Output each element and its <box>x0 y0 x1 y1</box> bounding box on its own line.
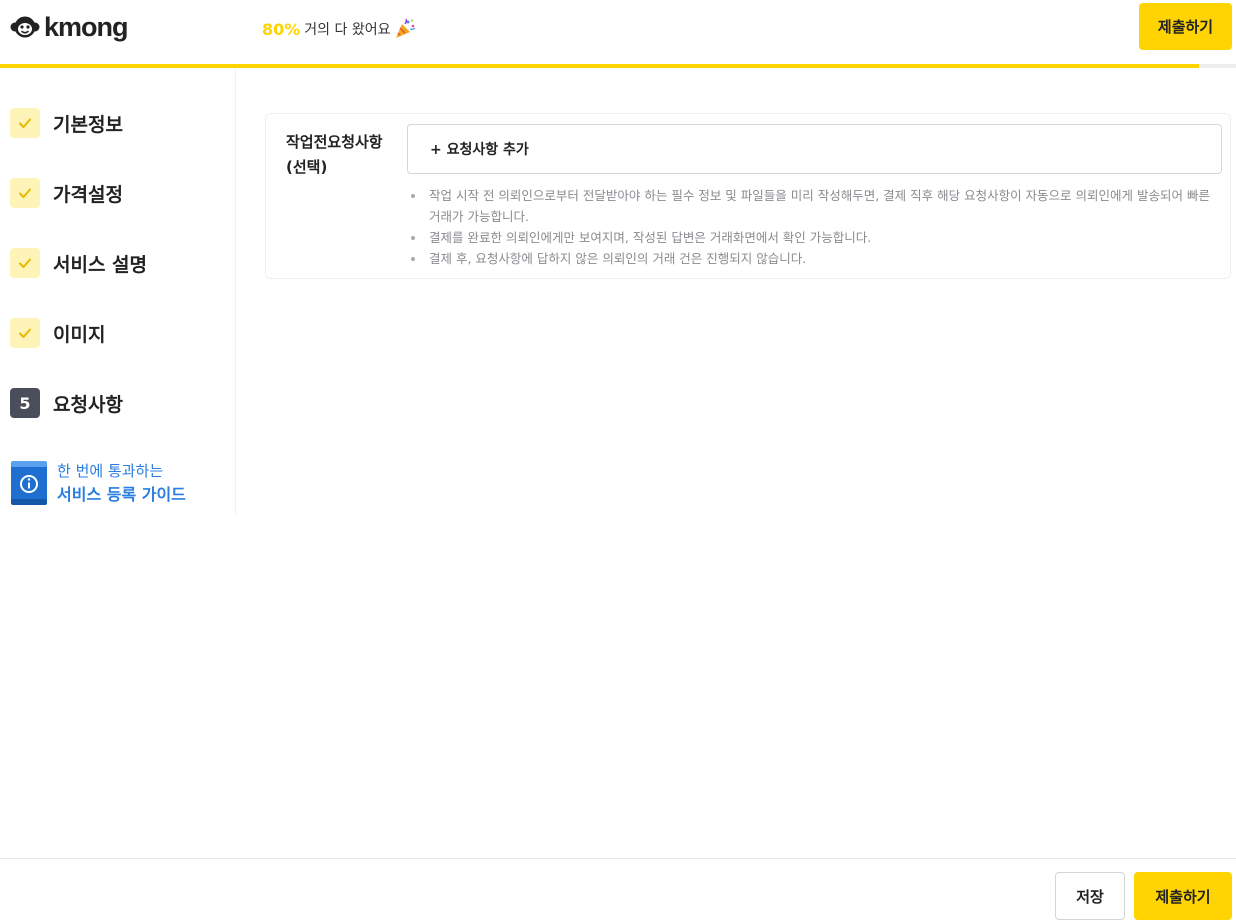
sidebar-step-images[interactable]: 이미지 <box>10 318 105 348</box>
kmong-logo[interactable]: kmong <box>10 11 129 42</box>
sidebar-step-label: 서비스 설명 <box>53 253 148 276</box>
field-label-title: 작업전요청사항 <box>286 133 383 151</box>
sidebar-step-label: 이미지 <box>53 323 106 346</box>
submit-button-top[interactable]: 제출하기 <box>1139 3 1232 50</box>
guide-subtitle: 한 번에 통과하는 <box>57 462 164 480</box>
sidebar-step-label: 요청사항 <box>53 393 123 416</box>
submit-button-bottom[interactable]: 제출하기 <box>1134 872 1232 920</box>
note-item: 결제 후, 요청사항에 답하지 않은 의뢰인의 거래 건은 진행되지 않습니다. <box>407 248 1222 269</box>
guide-title: 서비스 등록 가이드 <box>57 485 186 504</box>
add-requirement-button[interactable]: + 요청사항 추가 <box>407 124 1222 174</box>
note-item: 결제를 완료한 의뢰인에게만 보여지며, 작성된 답변은 거래화면에서 확인 가… <box>407 227 1222 248</box>
progress-percent: 80% <box>262 19 301 39</box>
check-icon <box>10 248 40 278</box>
step-number-badge: 5 <box>10 388 40 418</box>
progress-text: 거의 다 왔어요 <box>304 22 391 38</box>
guide-book-icon <box>11 461 47 505</box>
note-item: 작업 시작 전 의뢰인으로부터 전달받아야 하는 필수 정보 및 파일들을 미리… <box>407 185 1222 227</box>
header: kmong 80% 거의 다 왔어요 제출하기 <box>0 0 1236 68</box>
check-icon <box>10 178 40 208</box>
requirements-field-label: 작업전요청사항 (선택) <box>286 130 401 180</box>
party-popper-icon <box>396 18 416 38</box>
sidebar-step-service-description[interactable]: 서비스 설명 <box>10 248 147 278</box>
sidebar-step-pricing[interactable]: 가격설정 <box>10 178 123 208</box>
field-label-optional: (선택) <box>286 158 328 176</box>
sidebar-step-label: 기본정보 <box>53 113 123 136</box>
sidebar-step-label: 가격설정 <box>53 183 123 206</box>
progress-message: 80% 거의 다 왔어요 <box>262 18 416 40</box>
sidebar-steps: 기본정보 가격설정 서비스 설명 이미지 5 요청사항 한 번에 통과하는 서비… <box>0 68 236 514</box>
footer-actions: 저장 제출하기 <box>0 858 1236 924</box>
monkey-logo-icon <box>10 16 40 38</box>
requirements-card: 작업전요청사항 (선택) + 요청사항 추가 작업 시작 전 의뢰인으로부터 전… <box>265 113 1231 279</box>
logo-text: kmong <box>44 11 129 42</box>
check-icon <box>10 318 40 348</box>
check-icon <box>10 108 40 138</box>
save-button[interactable]: 저장 <box>1055 872 1125 920</box>
sidebar-step-basic-info[interactable]: 기본정보 <box>10 108 123 138</box>
sidebar-step-requirements[interactable]: 5 요청사항 <box>10 388 123 418</box>
requirements-notes: 작업 시작 전 의뢰인으로부터 전달받아야 하는 필수 정보 및 파일들을 미리… <box>407 185 1222 269</box>
registration-guide-link[interactable]: 한 번에 통과하는 서비스 등록 가이드 <box>10 459 186 507</box>
